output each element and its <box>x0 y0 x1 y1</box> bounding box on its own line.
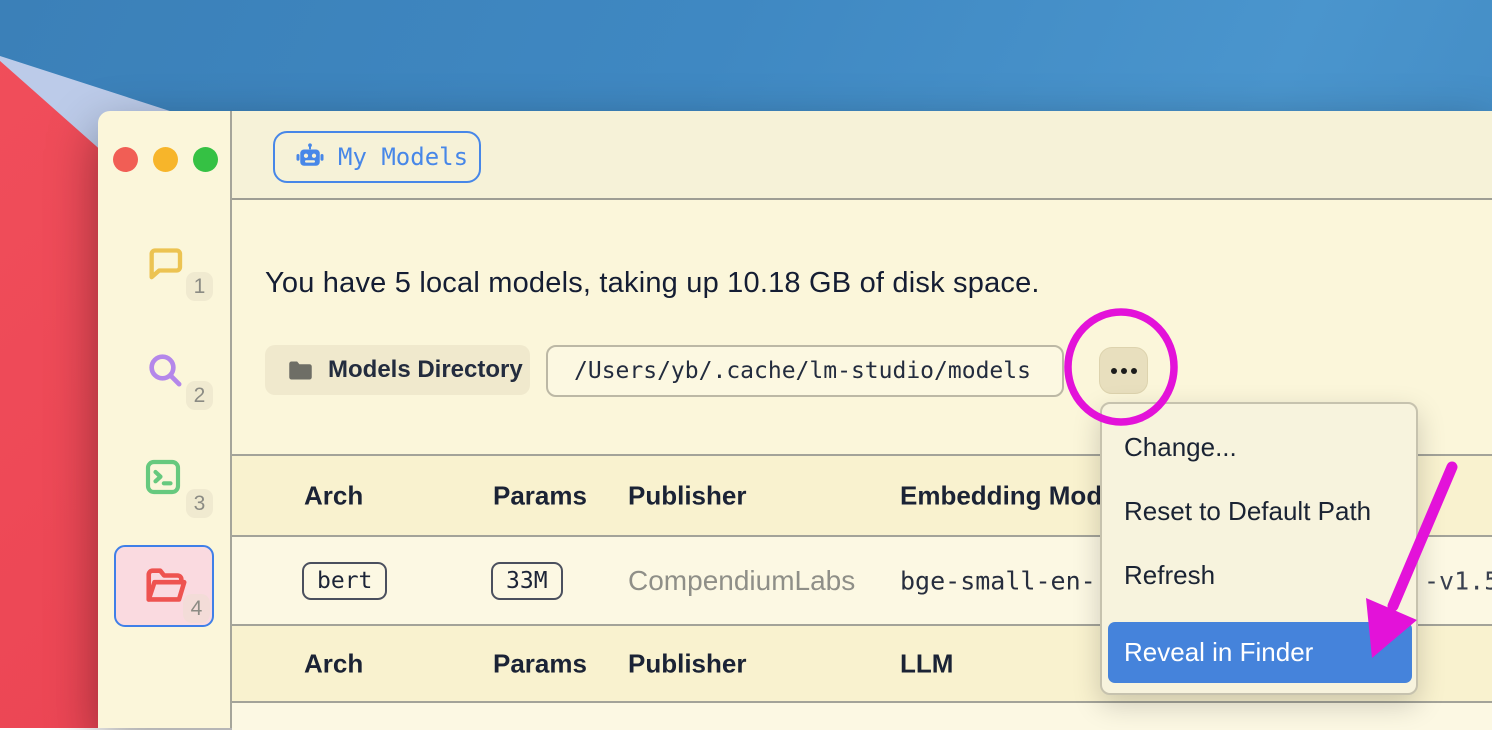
sidebar-item-terminal[interactable] <box>143 457 183 497</box>
sidebar-item-chat[interactable] <box>145 243 185 283</box>
menu-item-refresh[interactable]: Refresh <box>1102 544 1416 606</box>
partial-model-row <box>232 701 1492 730</box>
search-icon <box>145 350 185 390</box>
models-directory-label: Models Directory <box>328 356 523 384</box>
col-header-arch: Arch <box>304 648 363 679</box>
params-badge: 33M <box>491 568 563 594</box>
directory-context-menu: Change... Reset to Default Path Refresh … <box>1100 402 1418 695</box>
sidebar: 1 2 3 4 <box>98 111 232 728</box>
folder-filled-icon <box>287 357 314 384</box>
more-options-button[interactable] <box>1099 347 1148 394</box>
ellipsis-icon <box>1121 368 1127 374</box>
arch-value: bert <box>302 562 387 600</box>
models-directory-label-chip: Models Directory <box>265 345 530 395</box>
ellipsis-icon <box>1131 368 1137 374</box>
col-header-publisher: Publisher <box>628 480 746 511</box>
chat-badge: 1 <box>186 272 213 301</box>
page-header: My Models <box>232 111 1492 200</box>
my-models-button[interactable]: My Models <box>273 131 481 183</box>
menu-item-change[interactable]: Change... <box>1102 416 1416 478</box>
model-name-left-fragment: bge-small-en- <box>900 566 1096 595</box>
arch-badge: bert <box>302 568 387 594</box>
chat-icon <box>145 243 185 283</box>
sidebar-item-search[interactable] <box>145 350 185 390</box>
close-window-button[interactable] <box>113 147 138 172</box>
models-directory-path: /Users/yb/.cache/lm-studio/models <box>574 358 1031 384</box>
my-models-label: My Models <box>338 143 468 171</box>
col-header-arch: Arch <box>304 480 363 511</box>
params-value: 33M <box>491 562 563 600</box>
sidebar-item-my-models[interactable]: 4 <box>114 545 214 627</box>
ellipsis-icon <box>1111 368 1117 374</box>
terminal-badge: 3 <box>186 489 213 518</box>
models-summary-text: You have 5 local models, taking up 10.18… <box>265 267 1040 300</box>
models-directory-path-field[interactable]: /Users/yb/.cache/lm-studio/models <box>546 345 1064 397</box>
col-header-embedding-model: Embedding Model <box>900 480 1124 511</box>
col-header-params: Params <box>493 648 587 679</box>
col-header-publisher: Publisher <box>628 648 746 679</box>
terminal-icon <box>143 457 183 497</box>
col-header-params: Params <box>493 480 587 511</box>
menu-item-reveal-in-finder[interactable]: Reveal in Finder <box>1108 622 1412 683</box>
col-header-llm: LLM <box>900 648 953 679</box>
zoom-window-button[interactable] <box>193 147 218 172</box>
robot-icon <box>295 142 325 172</box>
model-name-right-fragment: -v1.5 <box>1424 566 1492 595</box>
publisher-value: CompendiumLabs <box>628 565 855 597</box>
menu-item-reset-to-default-path[interactable]: Reset to Default Path <box>1102 480 1416 542</box>
minimize-window-button[interactable] <box>153 147 178 172</box>
my-models-badge: 4 <box>183 594 210 623</box>
search-badge: 2 <box>186 381 213 410</box>
